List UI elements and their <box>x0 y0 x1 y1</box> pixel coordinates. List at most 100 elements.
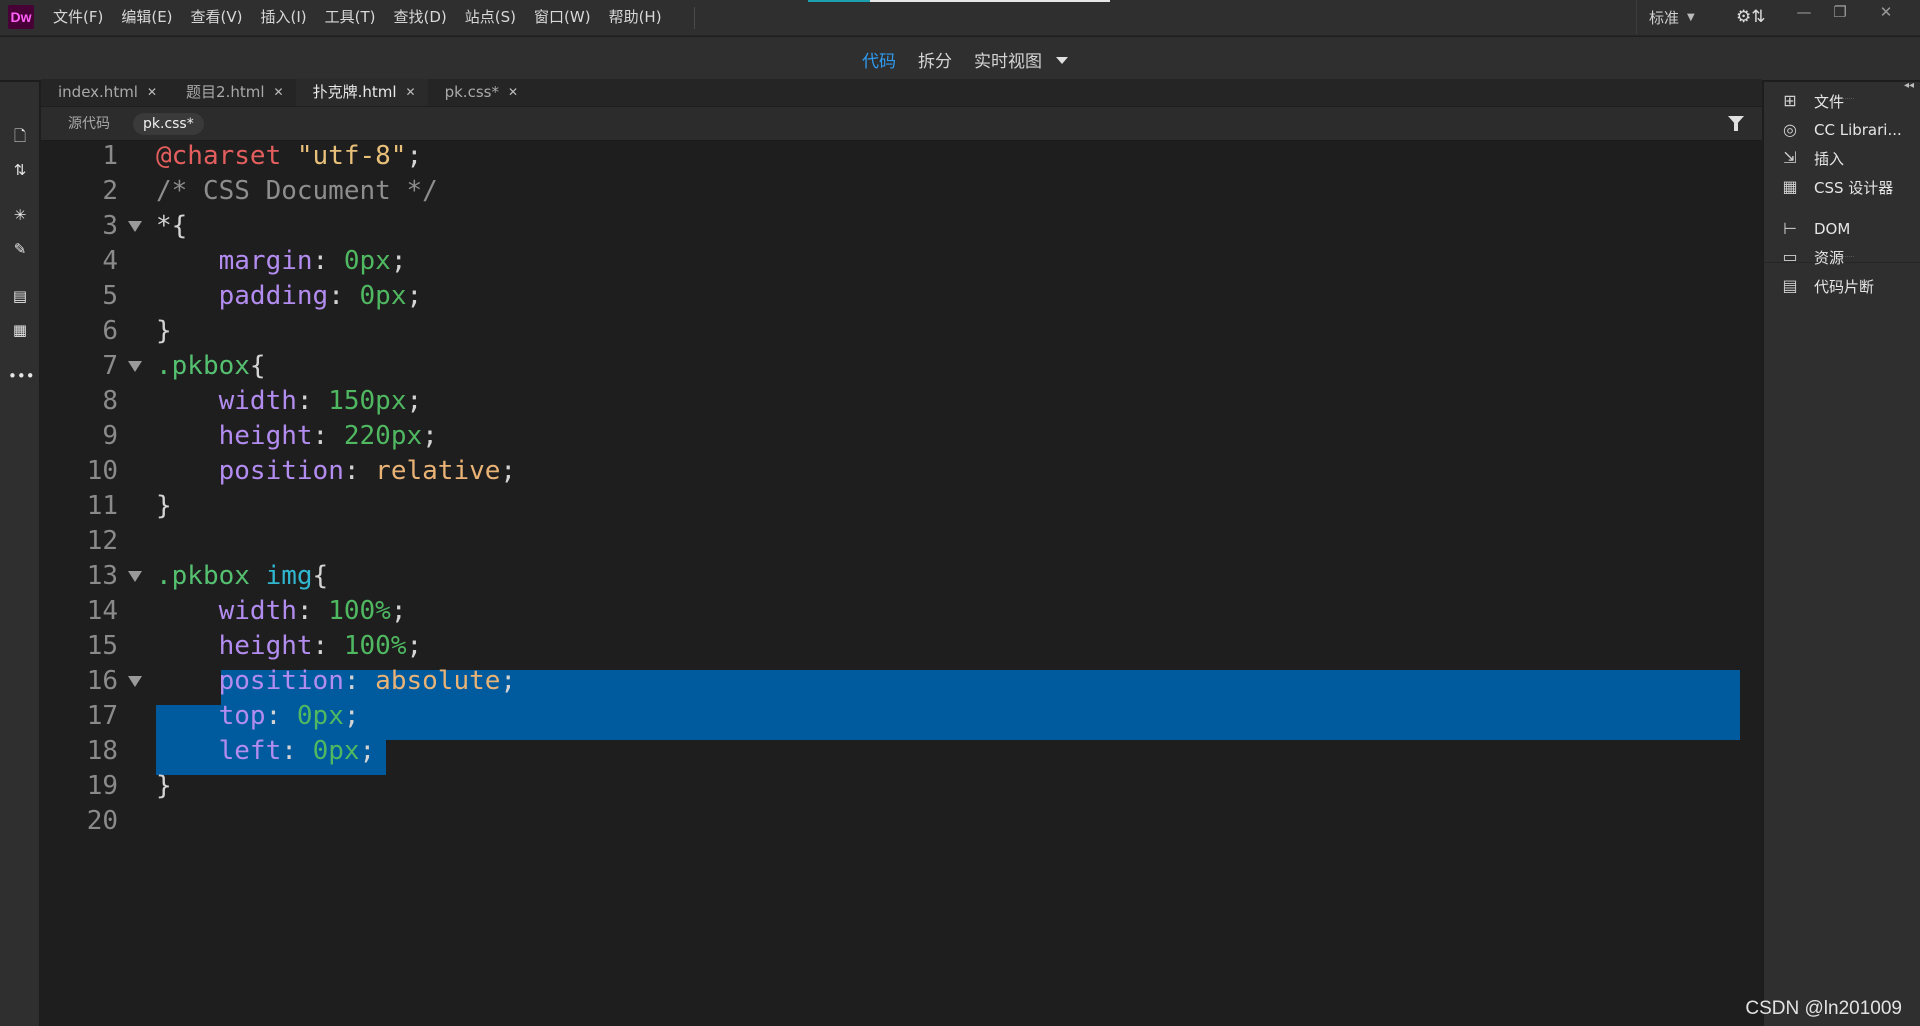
menu-item[interactable]: 工具(T) <box>316 0 385 34</box>
code-token: : <box>296 596 329 626</box>
code-line[interactable]: 20 <box>41 804 1762 839</box>
code-token: width <box>218 386 297 416</box>
related-file-pk-css[interactable]: pk.css* <box>133 113 204 135</box>
fold-toggle-icon[interactable] <box>128 571 142 582</box>
fold-toggle-icon[interactable] <box>128 361 142 372</box>
code-line[interactable]: 15 height: 100%; <box>41 629 1762 664</box>
panel-item[interactable]: ⇲ 插入 <box>1778 144 1844 172</box>
code-token: : <box>312 631 344 661</box>
workspace-selector[interactable]: 标准 ▼ <box>1636 0 1708 34</box>
menu-item[interactable]: 查找(D) <box>385 0 456 34</box>
code-line[interactable]: 3 *{ <box>41 209 1762 244</box>
panel-item[interactable]: ▭ 资源 <box>1778 243 1844 271</box>
line-number: 10 <box>86 456 118 486</box>
format-source-icon[interactable]: ✎ <box>8 237 32 261</box>
close-tab-icon[interactable]: ✕ <box>274 79 284 106</box>
fold-toggle-icon[interactable] <box>128 676 142 687</box>
code-token: 0px <box>343 246 391 276</box>
code-line[interactable]: 11} <box>41 489 1762 524</box>
related-file-source[interactable]: 源代码 <box>58 113 120 135</box>
code-text: } <box>156 314 172 349</box>
panel-item-label: CC Librari... <box>1814 121 1902 139</box>
code-token: 0px <box>296 701 344 731</box>
code-line[interactable]: 9 height: 220px; <box>41 419 1762 454</box>
close-window-button[interactable]: ✕ <box>1868 0 1904 28</box>
filter-icon[interactable] <box>1728 116 1744 131</box>
menu-item[interactable]: 插入(I) <box>252 0 316 34</box>
minimize-button[interactable]: — <box>1786 0 1822 28</box>
close-tab-icon[interactable]: ✕ <box>508 79 518 106</box>
menu-item[interactable]: 窗口(W) <box>525 0 600 34</box>
snippets-icon: ▤ <box>1782 276 1798 295</box>
file-management-icon[interactable]: ⇅ <box>8 158 32 182</box>
code-line[interactable]: 12 <box>41 524 1762 559</box>
close-tab-icon[interactable]: ✕ <box>147 79 157 106</box>
code-line[interactable]: 14 width: 100%; <box>41 594 1762 629</box>
code-line[interactable]: 16 position: absolute; <box>41 664 1762 699</box>
collapse-panel-icon[interactable]: ◂◂ <box>1904 80 1914 91</box>
code-line[interactable]: 10 position: relative; <box>41 454 1762 489</box>
code-line[interactable]: 13 .pkbox img{ <box>41 559 1762 594</box>
code-line[interactable]: 8 width: 150px; <box>41 384 1762 419</box>
menu-item[interactable]: 帮助(H) <box>600 0 671 34</box>
code-line[interactable]: 17 top: 0px; <box>41 699 1762 734</box>
panel-item[interactable]: ▦ CSS 设计器 <box>1778 173 1893 201</box>
panel-item[interactable]: ◎ CC Librari... <box>1778 116 1902 144</box>
document-tab[interactable]: 扑克牌.html ✕ <box>295 79 428 106</box>
document-tab-label: 扑克牌.html <box>312 83 397 101</box>
document-tab[interactable]: index.html ✕ <box>41 79 169 106</box>
left-toolbar: 🗋 ⇅ ✳ ✎ ▤ ▦ ••• <box>0 82 40 1026</box>
live-view-dropdown-icon[interactable] <box>1056 56 1068 64</box>
restore-button[interactable]: ❐ <box>1822 0 1858 28</box>
code-text: left: 0px; <box>156 734 376 769</box>
code-line[interactable]: 4 margin: 0px; <box>41 244 1762 279</box>
tab-split-view[interactable]: 拆分 <box>918 47 952 72</box>
remove-comment-icon[interactable]: ▦ <box>8 318 32 342</box>
code-line[interactable]: 5 padding: 0px; <box>41 279 1762 314</box>
panel-item[interactable]: ⊞ 文件 <box>1778 87 1844 115</box>
code-line[interactable]: 1 @charset "utf-8"; <box>41 142 1762 174</box>
open-documents-icon[interactable]: 🗋 <box>8 124 32 148</box>
line-number: 13 <box>86 561 118 591</box>
code-token: } <box>156 771 172 801</box>
panel-item-label: CSS 设计器 <box>1814 178 1894 197</box>
more-tools-icon[interactable]: ••• <box>8 364 35 388</box>
menu-item[interactable]: 查看(V) <box>182 0 252 34</box>
menu-item[interactable]: 文件(F) <box>44 0 112 34</box>
menu-item[interactable]: 编辑(E) <box>112 0 181 34</box>
code-line[interactable]: 18 left: 0px; <box>41 734 1762 769</box>
code-editor[interactable]: 1 @charset "utf-8"; 2 /* CSS Document */ 3 *{… <box>41 142 1762 1026</box>
tab-live-view[interactable]: 实时视图 <box>974 47 1042 72</box>
css-designer-icon: ▦ <box>1782 177 1798 196</box>
code-line[interactable]: 6} <box>41 314 1762 349</box>
code-line[interactable]: 2 /* CSS Document */ <box>41 174 1762 209</box>
code-line[interactable]: 7 .pkbox{ <box>41 349 1762 384</box>
code-token: : <box>343 666 376 696</box>
close-tab-icon[interactable]: ✕ <box>406 79 416 106</box>
fold-toggle-icon[interactable] <box>128 221 142 232</box>
code-text: .pkbox img{ <box>156 559 328 594</box>
sync-settings-icon[interactable]: ⚙⇅ <box>1736 6 1770 28</box>
document-tab[interactable]: pk.css* ✕ <box>428 79 530 106</box>
code-text: height: 100%; <box>156 629 423 664</box>
code-token: top <box>218 701 266 731</box>
code-text: width: 150px; <box>156 384 423 419</box>
line-number: 4 <box>102 246 118 276</box>
tab-code-view[interactable]: 代码 <box>862 47 896 72</box>
menu-item[interactable]: 站点(S) <box>456 0 525 34</box>
insert-icon: ⇲ <box>1783 148 1797 167</box>
panel-item[interactable]: ⊢ DOM <box>1778 215 1850 243</box>
code-line[interactable]: 19} <box>41 769 1762 804</box>
sitemap-icon: ⊞ <box>1783 91 1797 110</box>
document-tab[interactable]: 题目2.html ✕ <box>169 79 296 106</box>
code-token: : <box>265 701 297 731</box>
code-token: : <box>281 736 313 766</box>
panel-item[interactable]: ▤ 代码片断 <box>1778 272 1874 300</box>
code-token: absolute <box>375 666 501 696</box>
apply-comment-icon[interactable]: ▤ <box>8 284 32 308</box>
expand-all-icon[interactable]: ✳ <box>8 203 32 227</box>
